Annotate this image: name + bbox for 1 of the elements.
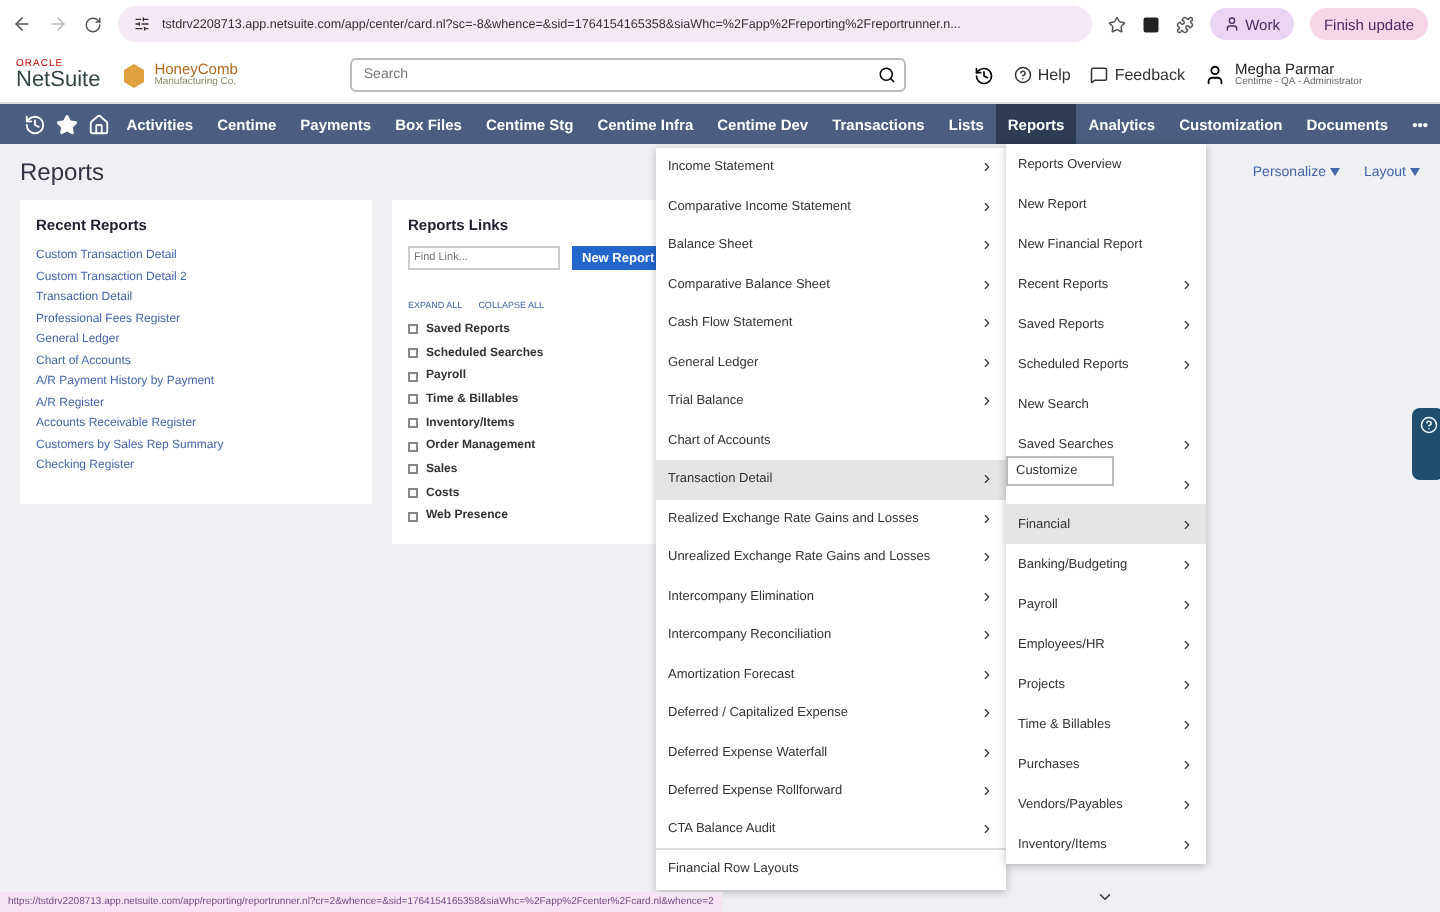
page-title: Reports [20,158,105,186]
